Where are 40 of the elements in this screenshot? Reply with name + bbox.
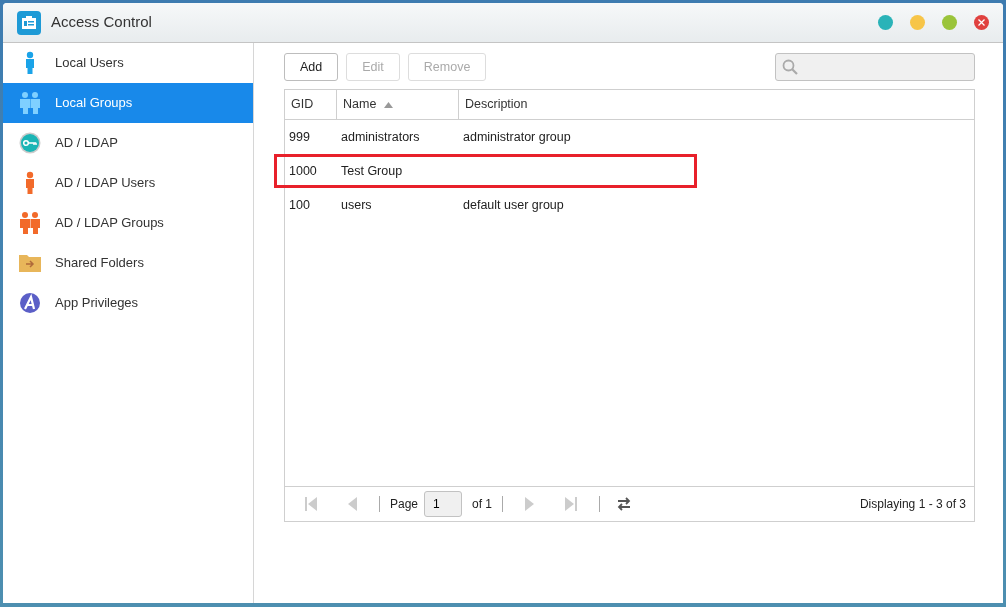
people-icon [20, 212, 40, 234]
people-icon [20, 92, 40, 114]
page-label: Page [390, 496, 419, 513]
table-cell-text: 1000 [288, 162, 318, 180]
sidebar-item[interactable]: AD / LDAP [3, 123, 253, 163]
page-count: of 1 [472, 496, 493, 513]
window-button[interactable] [878, 15, 893, 30]
id-card-icon [17, 10, 41, 35]
sidebar-item[interactable]: AD / LDAP Users [3, 163, 253, 203]
table-cell-text: Test Group [340, 162, 404, 180]
column-header[interactable]: Name [337, 90, 459, 119]
sidebar-item[interactable]: Local Groups [3, 83, 253, 123]
table-cell-text: users [340, 196, 373, 214]
folder-icon [19, 255, 41, 272]
sidebar-item[interactable]: Local Users [3, 43, 253, 83]
table-cell-text: 999 [288, 128, 311, 146]
close-button[interactable] [974, 15, 989, 30]
table-cell-text: administrators [340, 128, 421, 146]
person-icon [26, 51, 34, 74]
sort-arrow-icon [384, 101, 394, 108]
table-cell-text: 100 [288, 196, 311, 214]
x-icon [978, 19, 985, 26]
page-field[interactable]: 1 [424, 491, 463, 517]
person-icon [26, 171, 34, 194]
key-icon [19, 132, 41, 154]
column-header[interactable]: Description [459, 90, 974, 119]
table-cell-text: default user group [462, 196, 564, 214]
search-icon [782, 59, 798, 75]
window-title: Access Control [51, 12, 152, 33]
summary-text: Displaying 1 - 3 of 3 [859, 496, 966, 513]
sidebar-item[interactable]: Shared Folders [3, 243, 253, 283]
table-cell-text: administrator group [462, 128, 571, 146]
sidebar-item[interactable]: App Privileges [3, 283, 253, 323]
column-header[interactable]: GID [285, 90, 337, 119]
window-button[interactable] [910, 15, 925, 30]
sidebar-item[interactable]: AD / LDAP Groups [3, 203, 253, 243]
toolbar-button[interactable]: Add [284, 53, 339, 81]
search-field[interactable] [775, 53, 975, 81]
window-button[interactable] [942, 15, 957, 30]
letter-a-icon [20, 293, 40, 313]
